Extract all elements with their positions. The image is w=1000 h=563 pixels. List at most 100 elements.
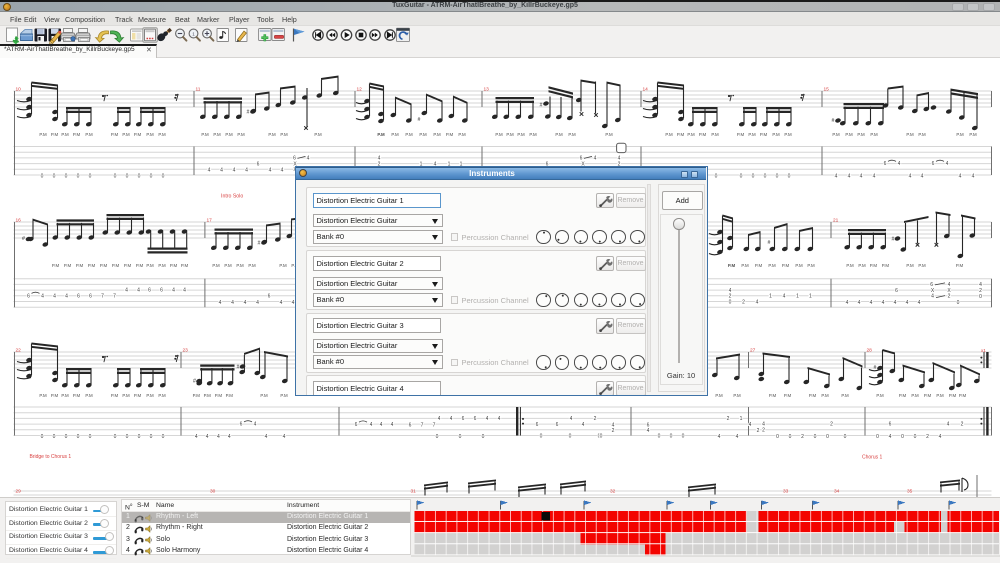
svg-text:7: 7 [421,423,424,429]
svg-text:0: 0 [89,174,92,180]
svg-text:P.M: P.M [741,263,749,268]
svg-text:P.M: P.M [918,132,926,137]
svg-text:P.M: P.M [76,263,84,268]
svg-text:P.M: P.M [699,132,707,137]
svg-text:P.M: P.M [737,132,745,137]
svg-text:P.M: P.M [969,132,977,137]
svg-text:4: 4 [269,168,272,174]
svg-text:P.M: P.M [158,132,166,137]
svg-text:4: 4 [125,287,128,293]
svg-text:0: 0 [901,434,904,440]
svg-text:0: 0 [65,434,68,440]
svg-text:P.M: P.M [136,263,144,268]
svg-text:4: 4 [486,416,489,422]
svg-text:P.M: P.M [377,132,385,137]
svg-text:P.M: P.M [517,132,525,137]
svg-text:14: 14 [643,86,649,92]
svg-text:0: 0 [150,434,153,440]
svg-text:#: # [237,365,240,371]
svg-text:4: 4 [858,300,861,306]
svg-text:P.M: P.M [61,393,69,398]
svg-text:P.M: P.M [529,132,537,137]
svg-text:P.M: P.M [832,132,840,137]
svg-text:4: 4 [931,294,934,300]
svg-text:4: 4 [307,156,310,162]
svg-text:6: 6 [148,287,151,293]
svg-text:4: 4 [208,168,211,174]
svg-text:4: 4 [244,300,247,306]
svg-text:0: 0 [65,174,68,180]
svg-text:4: 4 [172,287,175,293]
svg-text:35: 35 [907,488,913,494]
svg-text:P.M: P.M [555,132,563,137]
svg-text:30: 30 [210,488,216,494]
svg-text:P.M: P.M [85,393,93,398]
svg-text:0: 0 [682,434,685,440]
svg-text:P.M: P.M [433,132,441,137]
svg-text:4: 4 [570,416,573,422]
svg-text:2: 2 [727,416,730,422]
svg-text:6: 6 [884,161,887,167]
svg-text:P.M: P.M [213,132,221,137]
svg-text:P.M: P.M [956,132,964,137]
svg-text:0: 0 [89,434,92,440]
svg-text:6: 6 [895,288,898,294]
svg-text:P.M: P.M [124,263,132,268]
svg-text:P.M: P.M [949,393,957,398]
svg-text:P.M: P.M [224,263,232,268]
svg-text:P.M: P.M [715,393,723,398]
svg-text:P.M: P.M [506,132,514,137]
svg-text:28: 28 [867,348,873,354]
svg-text:P.M: P.M [918,263,926,268]
svg-text:6: 6 [89,294,92,300]
svg-text:P.M: P.M [711,132,719,137]
svg-text:4: 4 [220,168,223,174]
svg-text:P.M: P.M [845,132,853,137]
svg-text:6: 6 [474,416,477,422]
svg-text:0: 0 [789,434,792,440]
svg-text:P.M: P.M [201,132,209,137]
svg-text:11: 11 [196,86,201,92]
svg-text:P.M: P.M [134,393,142,398]
svg-text:2: 2 [729,294,732,300]
svg-text:P.M: P.M [64,263,72,268]
svg-text:4: 4 [183,287,186,293]
svg-text:P.M: P.M [795,263,803,268]
svg-text:P.M: P.M [225,132,233,137]
svg-text:2: 2 [612,428,615,434]
svg-text:4: 4 [206,434,209,440]
svg-text:0: 0 [162,434,165,440]
svg-text:#: # [874,365,877,371]
svg-text:P.M: P.M [248,263,256,268]
svg-text:0: 0 [150,174,153,180]
svg-text:6: 6 [889,421,892,427]
svg-text:4: 4 [283,434,286,440]
svg-text:4: 4 [137,287,140,293]
svg-text:4: 4 [281,168,284,174]
svg-text:4: 4 [947,421,950,427]
svg-text:0: 0 [979,294,982,300]
svg-text:P.M: P.M [876,393,884,398]
svg-text:4: 4 [233,168,236,174]
svg-text:P.M: P.M [748,132,756,137]
svg-text:P.M: P.M [841,393,849,398]
svg-text:P.M: P.M [846,263,854,268]
svg-text:6: 6 [77,294,80,300]
svg-text:#: # [258,241,261,247]
svg-text:7: 7 [101,294,104,300]
svg-text:P.M: P.M [755,263,763,268]
svg-text:31: 31 [411,488,417,494]
svg-text:P.M: P.M [906,263,914,268]
svg-text:P.M: P.M [936,393,944,398]
svg-text:4: 4 [498,416,501,422]
svg-text:P.M: P.M [236,263,244,268]
svg-text:P.M: P.M [911,393,919,398]
svg-text:P.M: P.M [768,263,776,268]
svg-text:6: 6 [27,294,30,300]
svg-text:4: 4 [195,434,198,440]
svg-text:0: 0 [540,434,543,440]
svg-text:#: # [768,240,771,246]
svg-text:4: 4 [265,434,268,440]
svg-text:Chorus 1: Chorus 1 [862,455,883,461]
svg-text:P.M: P.M [959,393,967,398]
